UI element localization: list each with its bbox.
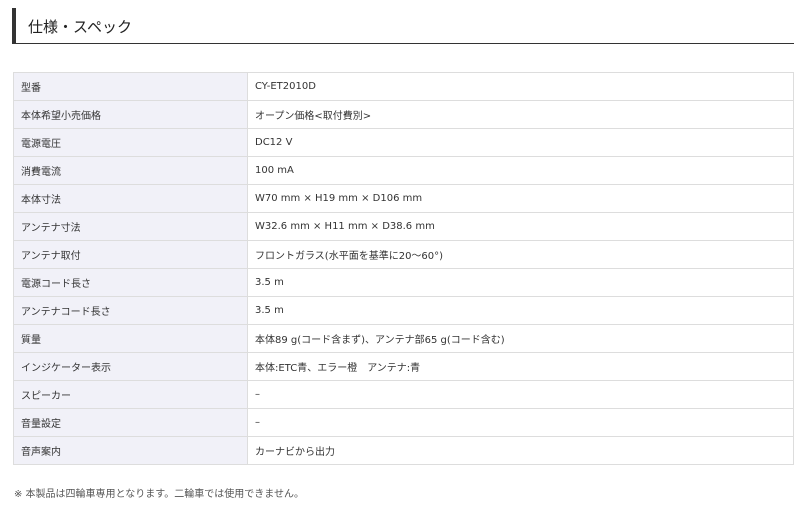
spec-value: 本体:ETC青、エラー橙 アンテナ:青 bbox=[247, 352, 794, 381]
spec-label: 本体寸法 bbox=[13, 184, 248, 213]
table-row: 質量 本体89 g(コード含まず)、アンテナ部65 g(コード含む) bbox=[13, 324, 794, 353]
section-title: 仕様・スペック bbox=[28, 18, 132, 36]
table-row: アンテナ寸法 W32.6 mm × H11 mm × D38.6 mm bbox=[13, 212, 794, 241]
spec-value: W70 mm × H19 mm × D106 mm bbox=[247, 184, 794, 213]
table-row: アンテナ取付 フロントガラス(水平面を基準に20〜60°) bbox=[13, 240, 794, 269]
table-row: 消費電流 100 mA bbox=[13, 156, 794, 185]
spec-value: 100 mA bbox=[247, 156, 794, 185]
spec-value: – bbox=[247, 380, 794, 409]
spec-table: 型番 CY-ET2010D 本体希望小売価格 オープン価格<取付費別> 電源電圧… bbox=[13, 72, 794, 465]
spec-label: 音声案内 bbox=[13, 436, 248, 465]
spec-label: スピーカー bbox=[13, 380, 248, 409]
spec-label: 電源電圧 bbox=[13, 128, 248, 157]
table-row: スピーカー – bbox=[13, 380, 794, 409]
spec-value: – bbox=[247, 408, 794, 437]
spec-label: アンテナ寸法 bbox=[13, 212, 248, 241]
table-row: 本体寸法 W70 mm × H19 mm × D106 mm bbox=[13, 184, 794, 213]
table-row: 電源コード長さ 3.5 m bbox=[13, 268, 794, 297]
table-row: 本体希望小売価格 オープン価格<取付費別> bbox=[13, 100, 794, 129]
spec-value: オープン価格<取付費別> bbox=[247, 100, 794, 129]
spec-label: 本体希望小売価格 bbox=[13, 100, 248, 129]
table-row: インジケーター表示 本体:ETC青、エラー橙 アンテナ:青 bbox=[13, 352, 794, 381]
table-row: 電源電圧 DC12 V bbox=[13, 128, 794, 157]
spec-value: 本体89 g(コード含まず)、アンテナ部65 g(コード含む) bbox=[247, 324, 794, 353]
spec-label: アンテナ取付 bbox=[13, 240, 248, 269]
spec-value: 3.5 m bbox=[247, 268, 794, 297]
spec-label: 音量設定 bbox=[13, 408, 248, 437]
spec-value: カーナビから出力 bbox=[247, 436, 794, 465]
spec-label: インジケーター表示 bbox=[13, 352, 248, 381]
table-row: 音声案内 カーナビから出力 bbox=[13, 436, 794, 465]
table-row: アンテナコード長さ 3.5 m bbox=[13, 296, 794, 325]
spec-value: W32.6 mm × H11 mm × D38.6 mm bbox=[247, 212, 794, 241]
table-row: 音量設定 – bbox=[13, 408, 794, 437]
spec-value: DC12 V bbox=[247, 128, 794, 157]
spec-value: フロントガラス(水平面を基準に20〜60°) bbox=[247, 240, 794, 269]
spec-label: 質量 bbox=[13, 324, 248, 353]
spec-label: 消費電流 bbox=[13, 156, 248, 185]
section-header: 仕様・スペック bbox=[12, 8, 794, 44]
spec-label: アンテナコード長さ bbox=[13, 296, 248, 325]
spec-value: CY-ET2010D bbox=[247, 72, 794, 101]
spec-label: 電源コード長さ bbox=[13, 268, 248, 297]
spec-value: 3.5 m bbox=[247, 296, 794, 325]
table-row: 型番 CY-ET2010D bbox=[13, 72, 794, 101]
footnote: ※ 本製品は四輪車専用となります。二輪車では使用できません。 bbox=[14, 489, 304, 500]
spec-label: 型番 bbox=[13, 72, 248, 101]
